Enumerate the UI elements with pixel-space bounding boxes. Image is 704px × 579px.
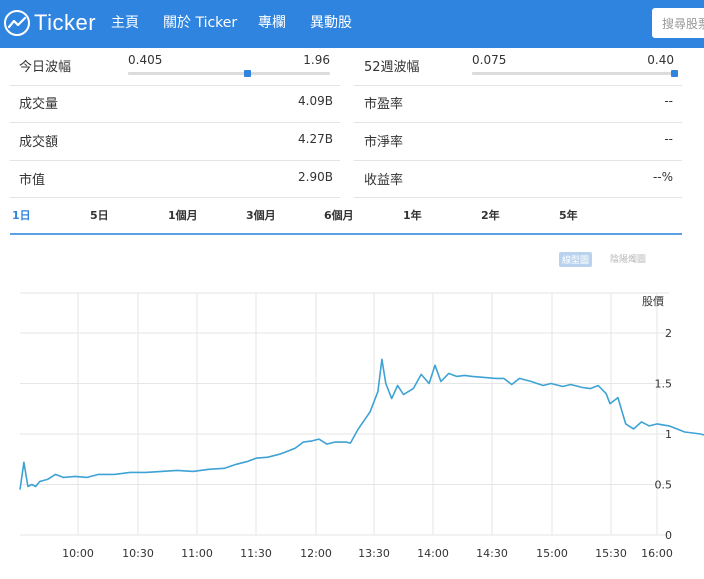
nav-item-about[interactable]: 關於 Ticker [163, 12, 237, 32]
y-tick-label: 0.5 [655, 479, 673, 492]
x-tick-label: 11:00 [181, 547, 213, 560]
logo[interactable]: Ticker [4, 8, 96, 38]
price-series [19, 358, 704, 490]
pb-ratio-label: 市淨率 [364, 135, 404, 150]
candlestick-toggle[interactable]: 陰陽燭圖 [610, 252, 646, 265]
nav-item-movers[interactable]: 異動股 [310, 12, 352, 32]
price-chart: 10:00 10:30 11:00 11:30 12:00 13:30 14:00 14:30… [19, 292, 704, 560]
day-range-label: 今日波幅 [19, 60, 72, 75]
nav-item-columns[interactable]: 專欄 [258, 12, 286, 32]
day-range-low: 0.405 [128, 53, 163, 67]
tab-1m[interactable]: 1個月 [168, 207, 198, 223]
y-tick-label: 2 [665, 327, 672, 340]
divider [354, 85, 682, 86]
day-range-marker [244, 70, 252, 77]
x-tick-label: 15:30 [595, 547, 627, 560]
pe-ratio-label: 市盈率 [364, 97, 404, 112]
day-range-high: 1.96 [303, 53, 330, 67]
line-chart-toggle[interactable]: 線型圖 [559, 252, 593, 267]
x-tick-label: 10:30 [122, 547, 154, 560]
week52-range-track [472, 72, 676, 75]
week52-range-label: 52週波幅 [364, 60, 420, 75]
x-tick-label: 14:00 [417, 547, 449, 560]
divider [354, 160, 682, 161]
week52-range-low: 0.075 [472, 53, 507, 67]
tab-5y[interactable]: 5年 [559, 207, 578, 223]
divider [10, 197, 340, 198]
tab-1y[interactable]: 1年 [403, 207, 422, 223]
tab-6m[interactable]: 6個月 [324, 207, 354, 223]
volume-label: 成交量 [19, 97, 59, 112]
series-line [19, 358, 704, 490]
tab-1d[interactable]: 1日 [12, 207, 31, 223]
tab-3m[interactable]: 3個月 [246, 207, 276, 223]
top-nav-bar: Ticker 主頁 關於 Ticker 專欄 異動股 搜尋股票 [0, 0, 704, 48]
nav-item-home[interactable]: 主頁 [111, 12, 139, 32]
y-tick-label: 1.5 [655, 378, 673, 391]
turnover-value: 4.27B [298, 132, 333, 146]
turnover-label: 成交額 [19, 135, 59, 150]
day-range-track [128, 72, 330, 75]
y-tick-label: 1 [665, 428, 672, 441]
pe-ratio-value: -- [664, 94, 673, 108]
pb-ratio-value: -- [664, 132, 673, 146]
search-input[interactable]: 搜尋股票 [652, 8, 704, 38]
x-tick-label: 15:00 [536, 547, 568, 560]
divider [10, 160, 340, 161]
x-tick-label: 12:00 [300, 547, 332, 560]
search-placeholder: 搜尋股票 [662, 17, 704, 31]
week52-range-marker [671, 70, 678, 77]
x-tick-label: 16:00 [641, 547, 673, 560]
divider [354, 197, 682, 198]
week52-range-high: 0.40 [647, 53, 674, 67]
divider [10, 85, 340, 86]
volume-value: 4.09B [298, 94, 333, 108]
divider [354, 122, 682, 123]
divider [10, 122, 340, 123]
yield-label: 收益率 [364, 173, 404, 188]
tab-2y[interactable]: 2年 [481, 207, 500, 223]
x-axis-ticks: 10:00 10:30 11:00 11:30 12:00 13:30 14:00 14:30… [62, 547, 673, 560]
tab-5d[interactable]: 5日 [90, 207, 109, 223]
market-cap-label: 市值 [19, 173, 46, 188]
chart-grid [20, 292, 669, 536]
y-axis-title: 股價 [642, 294, 664, 308]
tab-underline [10, 233, 682, 235]
trend-logo-icon [4, 10, 30, 36]
x-tick-label: 10:00 [62, 547, 94, 560]
market-cap-value: 2.90B [298, 170, 333, 184]
x-tick-label: 14:30 [476, 547, 508, 560]
yield-value: --% [652, 170, 673, 184]
logo-text: Ticker [34, 10, 97, 35]
x-tick-label: 11:30 [240, 547, 272, 560]
x-tick-label: 13:30 [358, 547, 390, 560]
y-tick-label: 0 [665, 529, 672, 542]
